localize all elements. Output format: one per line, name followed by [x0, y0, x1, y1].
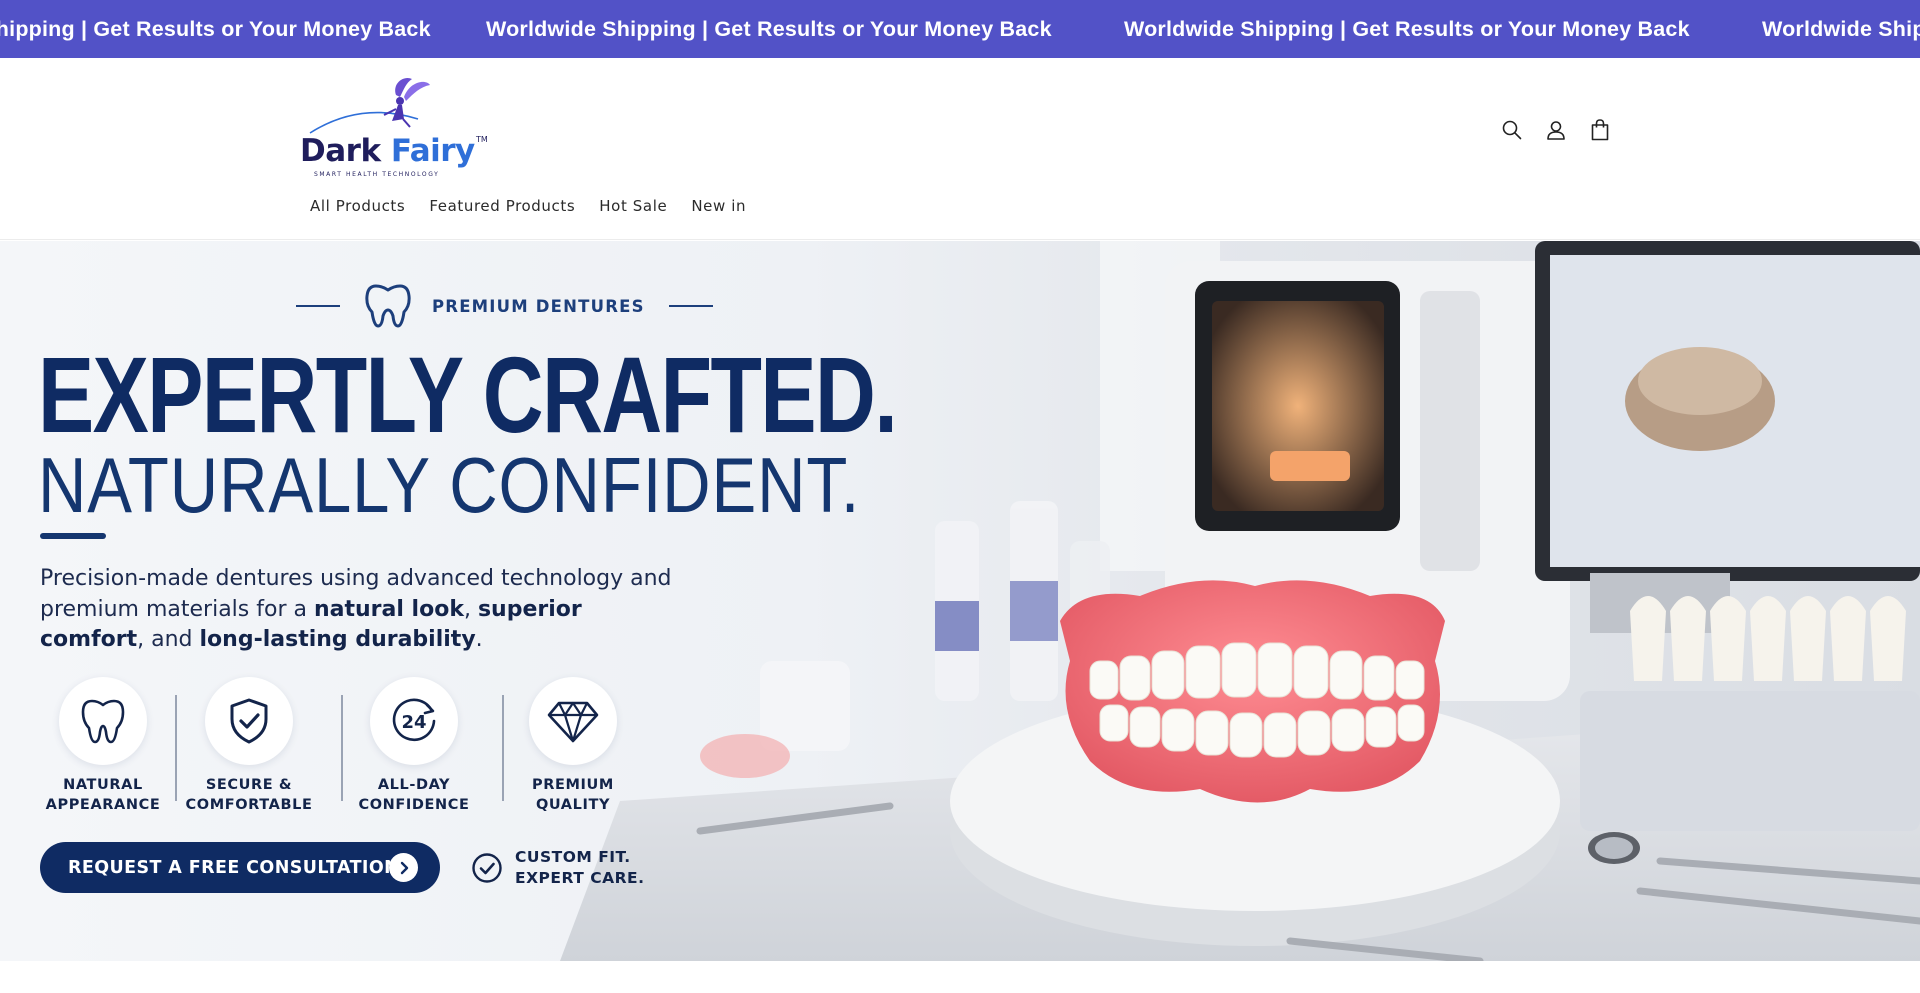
feature-label-line2: QUALITY — [535, 797, 611, 813]
feature-label-line2: APPEARANCE — [45, 797, 161, 813]
diamond-icon — [547, 701, 599, 743]
feature-item-secure-comfortable: SECURE & COMFORTABLE — [184, 677, 314, 815]
custom-fit-line2: EXPERT CARE. — [515, 869, 645, 887]
feature-icon-badge — [59, 677, 147, 765]
feature-label: ALL-DAY CONFIDENCE — [349, 775, 479, 815]
feature-divider — [341, 695, 343, 801]
announcement-text: Worldwide Shipping | Get Results or Your… — [1124, 17, 1690, 41]
feature-label-line2: CONFIDENCE — [358, 797, 470, 813]
hero-banner: PREMIUM DENTURES EXPERTLY CRAFTED. NATUR… — [0, 241, 1920, 961]
description-text: , — [463, 596, 478, 622]
eyebrow-divider-right — [668, 305, 713, 307]
site-header: Dark Fairy TM SMART HEALTH TECHNOLOGY Al… — [0, 58, 1920, 240]
hero-eyebrow: PREMIUM DENTURES — [296, 279, 713, 333]
feature-label-line1: PREMIUM — [532, 777, 614, 793]
eyebrow-label: PREMIUM DENTURES — [432, 296, 645, 316]
feature-label: PREMIUM QUALITY — [508, 775, 638, 815]
cta-label: REQUEST A FREE CONSULTATION — [68, 857, 400, 878]
shield-check-icon — [230, 698, 268, 744]
feature-icon-badge — [205, 677, 293, 765]
clock-24-icon: 24 — [392, 698, 436, 742]
feature-label-line1: SECURE & — [205, 777, 293, 793]
feature-list: NATURAL APPEARANCE SECURE & COMFORTABLE 24 — [38, 677, 658, 817]
feature-icon-badge — [529, 677, 617, 765]
announcement-text: Worldwide Shipping | Get Results or Your… — [1762, 17, 1920, 41]
logo-tagline: SMART HEALTH TECHNOLOGY — [314, 171, 440, 178]
headline-accent-bar — [40, 533, 106, 539]
account-button[interactable] — [1534, 110, 1578, 150]
account-icon — [1547, 121, 1565, 140]
tooth-icon — [365, 284, 411, 328]
logo-word-dark: Dark — [300, 133, 391, 169]
feature-item-all-day-confidence: 24 ALL-DAY CONFIDENCE — [349, 677, 479, 815]
nav-item-new-in[interactable]: New in — [679, 188, 758, 224]
chevron-right-icon — [389, 853, 418, 882]
custom-fit-line1: CUSTOM FIT. — [515, 848, 631, 866]
feature-divider — [175, 695, 177, 801]
feature-label-line2: COMFORTABLE — [185, 797, 313, 813]
eyebrow-divider-left — [296, 305, 340, 307]
tooth-icon — [81, 699, 125, 744]
custom-fit-note: CUSTOM FIT. EXPERT CARE. — [471, 847, 644, 889]
description-text: . — [475, 627, 483, 652]
search-button[interactable] — [1490, 110, 1534, 150]
request-consultation-button[interactable]: REQUEST A FREE CONSULTATION — [40, 842, 440, 893]
clock-24-badge-text: 24 — [401, 712, 426, 733]
hero-subheadline: NATURALLY CONFIDENT. — [38, 441, 861, 529]
main-nav: All Products Featured Products Hot Sale … — [298, 188, 758, 224]
check-circle-icon — [472, 853, 502, 883]
feature-icon-badge: 24 — [370, 677, 458, 765]
hero-description: Precision-made dentures using advanced t… — [40, 564, 680, 656]
nav-item-all-products[interactable]: All Products — [298, 188, 417, 224]
logo-wordmark: Dark Fairy — [300, 133, 475, 169]
announcement-text: Worldwide Shipping | Get Results or Your… — [486, 17, 1052, 41]
cart-button[interactable] — [1578, 110, 1622, 150]
feature-divider — [502, 695, 504, 801]
announcement-text: Worldwide Shipping | Get Results or Your… — [0, 17, 431, 41]
nav-item-featured-products[interactable]: Featured Products — [417, 188, 587, 224]
fairy-logo-icon — [309, 77, 430, 134]
header-actions — [1490, 110, 1622, 150]
announcement-bar: Worldwide Shipping | Get Results or Your… — [0, 0, 1920, 58]
custom-fit-label: CUSTOM FIT. EXPERT CARE. — [515, 847, 644, 889]
search-icon — [1502, 120, 1522, 140]
feature-label: SECURE & COMFORTABLE — [184, 775, 314, 815]
feature-label: NATURAL APPEARANCE — [38, 775, 168, 815]
logo[interactable]: Dark Fairy TM SMART HEALTH TECHNOLOGY — [300, 75, 490, 183]
feature-label-line1: NATURAL — [63, 777, 143, 793]
description-highlight: natural look — [313, 596, 464, 622]
feature-item-natural-appearance: NATURAL APPEARANCE — [38, 677, 168, 815]
feature-label-line1: ALL-DAY — [377, 777, 451, 793]
feature-item-premium-quality: PREMIUM QUALITY — [508, 677, 638, 815]
description-highlight: long-lasting durability — [199, 627, 476, 652]
nav-item-hot-sale[interactable]: Hot Sale — [587, 188, 679, 224]
hero-headline: EXPERTLY CRAFTED. — [38, 334, 898, 455]
description-text: , and — [137, 627, 200, 652]
logo-word-fairy: Fairy — [390, 133, 475, 169]
cart-icon — [1591, 119, 1609, 141]
logo-trademark: TM — [476, 135, 488, 144]
